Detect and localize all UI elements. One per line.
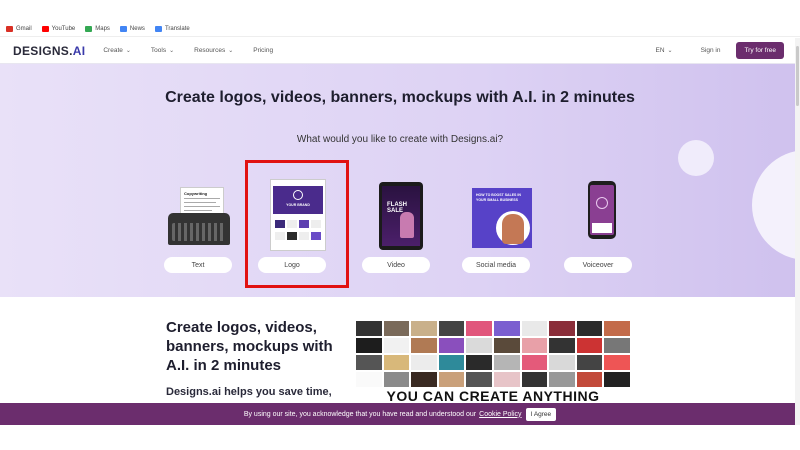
bookmark-news[interactable]: News [119, 26, 145, 32]
category-text[interactable]: Copywriting Text [154, 179, 234, 274]
chevron-down-icon: ⌄ [169, 48, 175, 54]
typewriter-paper: Copywriting [180, 187, 224, 215]
decorative-circle [678, 140, 714, 176]
nav-resources[interactable]: Resources ⌄ [194, 47, 233, 54]
nav-tools[interactable]: Tools ⌄ [151, 47, 174, 54]
category-label: Text [164, 257, 232, 273]
nav-pricing[interactable]: Pricing [253, 47, 273, 54]
sign-in-link[interactable]: Sign in [701, 47, 721, 54]
bookmark-label: YouTube [51, 26, 76, 32]
nav-links: Create ⌄ Tools ⌄ Resources ⌄ Pricing [103, 47, 273, 54]
lower-description: Designs.ai helps you save time, [166, 386, 332, 398]
bookmark-youtube[interactable]: YouTube [41, 26, 76, 32]
bookmark-label: Maps [95, 26, 110, 32]
translate-icon [154, 26, 162, 32]
category-label: Social media [462, 257, 530, 273]
audio-ring-icon [596, 197, 608, 209]
nav-link-label: Tools [150, 47, 167, 54]
cookie-banner: By using our site, you acknowledge that … [0, 403, 800, 425]
person-photo [502, 214, 524, 244]
hero-title: Create logos, videos, banners, mockups w… [165, 89, 635, 106]
language-label: EN [655, 47, 665, 54]
nav-link-label: Resources [194, 47, 226, 54]
bookmark-gmail[interactable]: Gmail [6, 26, 32, 32]
gmail-icon [6, 26, 13, 32]
typewriter-keys [172, 223, 226, 241]
phone-voiceover-icon [588, 181, 616, 239]
scrollbar-thumb[interactable] [796, 46, 799, 106]
model-figure [400, 212, 414, 238]
bookmark-label: Translate [164, 26, 190, 32]
chevron-down-icon: ⌄ [125, 48, 131, 54]
decorative-circle [752, 150, 800, 260]
hero-section: Create logos, videos, banners, mockups w… [0, 64, 800, 297]
category-label: Voiceover [564, 257, 632, 273]
paper-title: Copywriting [184, 191, 208, 196]
logo-main: DESIGNS. [13, 43, 73, 58]
page-scrollbar[interactable] [795, 38, 800, 425]
hero-subtitle: What would you like to create with Desig… [296, 134, 504, 145]
maps-icon [85, 26, 93, 32]
category-label: Video [362, 257, 430, 273]
nav-create[interactable]: Create ⌄ [103, 47, 131, 54]
selection-highlight [245, 160, 349, 288]
cookie-text: By using our site, you acknowledge that … [243, 410, 477, 418]
bookmark-maps[interactable]: Maps [85, 26, 110, 32]
social-headline: HOW TO BOOST SALES IN YOUR SMALL BUSINES… [476, 193, 521, 202]
site-logo[interactable]: DESIGNS.AI [13, 44, 85, 58]
bookmark-translate[interactable]: Translate [154, 26, 190, 32]
category-video[interactable]: FLASH SALE Video [352, 179, 432, 274]
design-collage: YOU CAN CREATE ANYTHING [356, 321, 630, 405]
collage-grid [356, 321, 630, 387]
tablet-video-icon: FLASH SALE [379, 182, 423, 250]
chevron-down-icon: ⌄ [667, 48, 673, 54]
nav-link-label: Create [103, 47, 123, 54]
youtube-icon [41, 26, 49, 32]
nav-link-label: Pricing [253, 47, 274, 54]
logo-ai: AI [72, 43, 86, 58]
chevron-down-icon: ⌄ [228, 48, 234, 54]
category-voiceover[interactable]: Voiceover [554, 179, 634, 274]
news-icon [119, 26, 127, 32]
try-for-free-button[interactable]: Try for free [736, 42, 784, 59]
lower-title: Create logos, videos, banners, mockups w… [166, 319, 333, 374]
language-selector[interactable]: EN ⌄ [656, 47, 673, 54]
cookie-policy-link[interactable]: Cookie Policy [479, 411, 521, 418]
i-agree-button[interactable]: I Agree [525, 407, 557, 421]
top-navigation: DESIGNS.AI Create ⌄ Tools ⌄ Resources ⌄ … [0, 38, 800, 64]
bookmarks-bar: Gmail YouTube Maps News Translate [0, 22, 800, 37]
bookmark-label: News [129, 26, 145, 32]
nav-right: EN ⌄ Sign in Try for free [656, 42, 784, 59]
category-social-media[interactable]: HOW TO BOOST SALES IN YOUR SMALL BUSINES… [452, 179, 532, 274]
bookmark-label: Gmail [16, 26, 32, 32]
social-post-icon: HOW TO BOOST SALES IN YOUR SMALL BUSINES… [472, 188, 532, 248]
